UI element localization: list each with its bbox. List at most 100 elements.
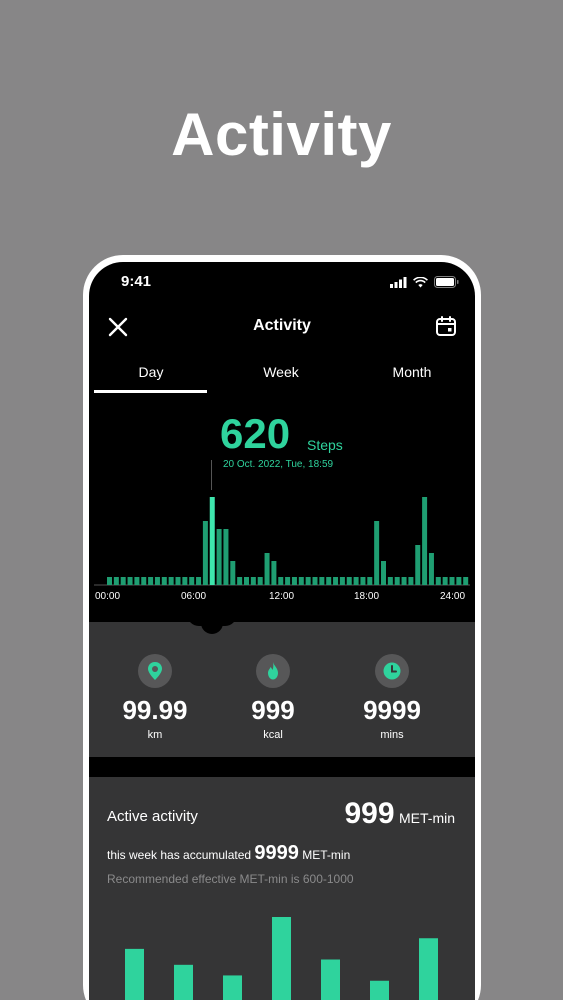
active-bar (419, 938, 438, 1000)
phone-screen: 9:41 Activity Day Week Month 620 Steps 2… (89, 262, 475, 1000)
flame-icon (256, 654, 290, 688)
drag-handle[interactable] (201, 612, 223, 634)
chart-bar[interactable] (216, 529, 222, 585)
stat-value: 999 (251, 695, 295, 725)
stat-value: 99.99 (122, 695, 188, 725)
chart-bar[interactable] (189, 577, 195, 585)
week-accumulated: this week has accumulated 9999 MET-min (107, 842, 350, 865)
tab-day[interactable]: Day (96, 364, 206, 380)
chart-bar[interactable] (463, 577, 469, 585)
chart-bar[interactable] (319, 577, 325, 585)
stat-value: 9999 (363, 695, 421, 725)
tab-week[interactable]: Week (226, 364, 336, 380)
status-bar: 9:41 (89, 272, 475, 292)
chart-bar[interactable] (250, 577, 256, 585)
chart-bar[interactable] (257, 577, 263, 585)
selection-line (211, 460, 212, 490)
chart-bar[interactable] (154, 577, 160, 585)
chart-bar[interactable] (278, 577, 284, 585)
active-bar (125, 948, 144, 1000)
x-tick-label: 24:00 (440, 591, 466, 602)
chart-bar[interactable] (435, 577, 441, 585)
active-tab-indicator (94, 390, 207, 393)
chart-bar[interactable] (326, 577, 332, 585)
chart-bar[interactable] (209, 497, 215, 585)
chart-bar[interactable] (387, 577, 393, 585)
battery-icon (434, 276, 459, 288)
chart-bar[interactable] (339, 577, 345, 585)
status-time: 9:41 (121, 273, 152, 290)
chart-bar[interactable] (374, 521, 380, 585)
active-bar-chart (125, 917, 438, 1000)
chart-bar[interactable] (113, 577, 119, 585)
chart-bar[interactable] (449, 577, 455, 585)
nav-bar: Activity (89, 310, 475, 342)
chart-bar[interactable] (168, 577, 174, 585)
chart-bar[interactable] (346, 577, 352, 585)
chart-bar[interactable] (360, 577, 366, 585)
week-unit: MET-min (302, 848, 351, 862)
chart-bar[interactable] (442, 577, 448, 585)
stat-unit: km (147, 729, 163, 741)
chart-bar[interactable] (223, 529, 229, 585)
stat-duration: 9999 mins (337, 654, 447, 741)
week-value: 9999 (254, 842, 299, 864)
steps-unit: Steps (307, 437, 343, 453)
chart-bar[interactable] (312, 577, 318, 585)
clock-icon (375, 654, 409, 688)
chart-bar[interactable] (175, 577, 181, 585)
chart-bar[interactable] (182, 577, 188, 585)
chart-bar[interactable] (422, 497, 428, 585)
steps-bar-chart[interactable] (94, 487, 470, 587)
status-icons (390, 276, 459, 288)
chart-bar[interactable] (401, 577, 407, 585)
active-activity-value: 999 MET-min (344, 797, 455, 831)
chart-bar[interactable] (456, 577, 462, 585)
active-bar (223, 975, 242, 1000)
chart-bar[interactable] (271, 561, 277, 585)
x-tick-label: 12:00 (269, 591, 295, 602)
chart-bar[interactable] (381, 561, 386, 585)
chart-bar[interactable] (298, 577, 304, 585)
x-tick-label: 06:00 (181, 591, 207, 602)
chart-bar[interactable] (196, 577, 202, 585)
chart-bar[interactable] (353, 577, 359, 585)
chart-bar[interactable] (202, 521, 208, 585)
active-activity-title: Active activity (107, 808, 198, 825)
stat-distance: 99.99 km (100, 654, 210, 741)
chart-bar[interactable] (148, 577, 154, 585)
chart-bar[interactable] (333, 577, 339, 585)
chart-bar[interactable] (264, 553, 270, 585)
active-bar (174, 964, 193, 1000)
chart-bar[interactable] (134, 577, 140, 585)
chart-bar[interactable] (244, 577, 249, 585)
chart-bar[interactable] (428, 553, 434, 585)
active-value-number: 999 (344, 797, 395, 830)
stat-unit: mins (380, 729, 404, 741)
steps-timestamp: 20 Oct. 2022, Tue, 18:59 (223, 459, 334, 470)
chart-bar[interactable] (120, 577, 126, 585)
chart-bar[interactable] (285, 577, 291, 585)
chart-bar[interactable] (305, 577, 311, 585)
chart-bar[interactable] (415, 545, 421, 585)
active-bar (272, 917, 291, 1000)
chart-bar[interactable] (367, 577, 373, 585)
chart-bar[interactable] (127, 577, 133, 585)
chart-bar[interactable] (291, 577, 297, 585)
recommendation-text: Recommended effective MET-min is 600-100… (107, 872, 354, 886)
location-pin-icon (138, 654, 172, 688)
chart-bar[interactable] (141, 577, 147, 585)
chart-bar[interactable] (394, 577, 400, 585)
stat-calories: 999 kcal (218, 654, 328, 741)
x-tick-label: 00:00 (95, 591, 121, 602)
chart-bar[interactable] (161, 577, 167, 585)
chart-bar[interactable] (237, 577, 243, 585)
chart-bar[interactable] (107, 577, 112, 585)
page-heading: Activity (171, 101, 392, 168)
steps-value: 620 (220, 410, 291, 457)
chart-bar[interactable] (230, 561, 236, 585)
chart-bar[interactable] (408, 577, 414, 585)
calendar-icon[interactable] (435, 315, 457, 337)
tab-month[interactable]: Month (357, 364, 467, 380)
active-bar (370, 980, 389, 1000)
